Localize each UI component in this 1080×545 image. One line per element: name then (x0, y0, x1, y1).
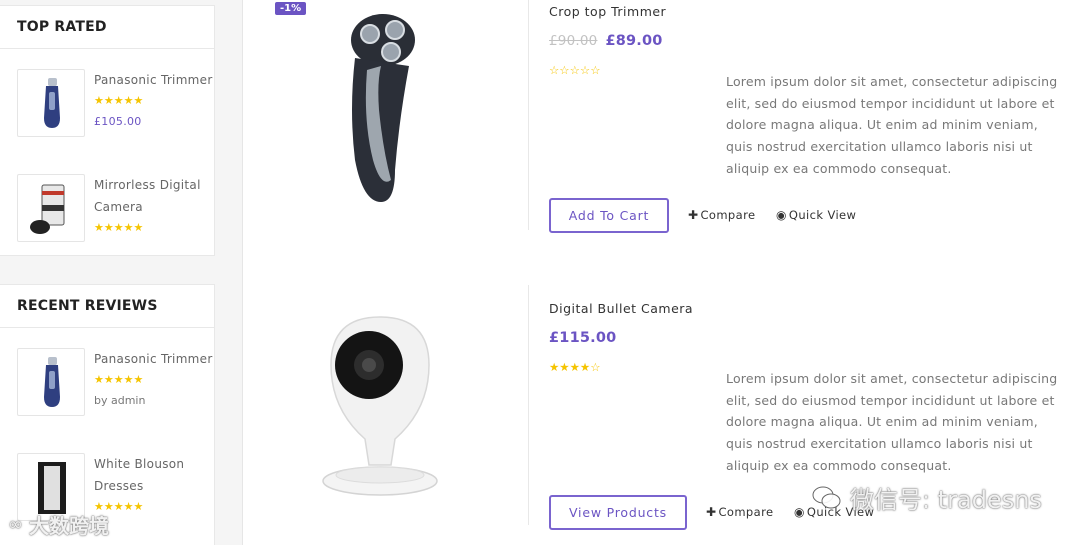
rating-stars: ☆☆☆☆☆ (549, 65, 601, 77)
product-price: £115.00 (549, 330, 617, 346)
product-thumbnail[interactable] (17, 69, 85, 137)
current-price: £89.00 (605, 33, 663, 49)
quick-view-label: Quick View (788, 208, 857, 222)
widget-item[interactable]: Panasonic Trimmer ★★★★★ by admin (17, 348, 212, 438)
product-image[interactable] (321, 313, 439, 499)
widget-item-name[interactable]: Panasonic Trimmer (94, 348, 214, 370)
product-price: £90.00 £89.00 (549, 33, 663, 49)
widget-title-recent-reviews: RECENT REVIEWS (0, 285, 214, 328)
site-watermark: ∞ 大数跨境 (8, 510, 109, 539)
product-title[interactable]: Crop top Trimmer (549, 4, 666, 19)
widget-title-top-rated: TOP RATED (0, 6, 214, 49)
site-logo-icon: ∞ (8, 514, 23, 535)
wechat-id: 微信号: tradesns (850, 486, 1042, 514)
compare-link[interactable]: ✚ Compare (706, 505, 773, 519)
rating-stars: ★★★★☆ (549, 362, 601, 374)
widget-item[interactable]: Panasonic Trimmer ★★★★★ £105.00 (17, 69, 212, 159)
divider (528, 0, 529, 230)
sidebar: TOP RATED Panasonic Trimmer ★★★★★ £105.0… (0, 0, 243, 545)
rating-stars: ★★★★★ (94, 95, 144, 107)
compare-label: Compare (700, 208, 756, 222)
old-price: £90.00 (549, 33, 598, 49)
wechat-watermark: 微信号: tradesns (812, 480, 1042, 515)
quick-view-link[interactable]: ◉ Quick View (776, 208, 856, 222)
widget-item[interactable]: Mirrorless Digital Camera ★★★★★ (17, 174, 207, 244)
rating-stars: ★★★★★ (94, 374, 144, 386)
widget-item-price: £105.00 (94, 115, 142, 128)
eye-icon: ◉ (794, 505, 805, 519)
product-image[interactable] (333, 10, 423, 205)
product-image-area[interactable] (243, 285, 529, 525)
recent-reviews-widget: RECENT REVIEWS Panasonic Trimmer ★★★★★ b… (0, 284, 215, 545)
divider (528, 285, 529, 525)
review-author: by admin (94, 394, 146, 407)
product-thumbnail[interactable] (17, 174, 85, 242)
product-list-item: -1% Crop top Trimmer £90.00 £89.00 ☆☆☆☆☆ … (243, 0, 1080, 260)
widget-item-name[interactable]: White Blouson Dresses (94, 453, 214, 497)
add-to-cart-button[interactable]: Add To Cart (549, 198, 669, 233)
site-name: 大数跨境 (29, 514, 109, 538)
product-image-area[interactable]: -1% (243, 0, 529, 230)
product-thumbnail[interactable] (17, 348, 85, 416)
eye-icon: ◉ (776, 208, 787, 222)
discount-badge: -1% (275, 2, 307, 15)
product-title[interactable]: Digital Bullet Camera (549, 301, 693, 316)
rating-stars: ★★★★★ (94, 222, 144, 234)
widget-item-name[interactable]: Mirrorless Digital Camera (94, 174, 214, 218)
compare-link[interactable]: ✚ Compare (688, 208, 755, 222)
top-rated-widget: TOP RATED Panasonic Trimmer ★★★★★ £105.0… (0, 5, 215, 256)
product-description: Lorem ipsum dolor sit amet, consectetur … (726, 371, 1058, 473)
wechat-icon (812, 486, 841, 508)
plus-icon: ✚ (706, 505, 717, 519)
rating-stars: ★★★★★ (94, 501, 144, 513)
product-description: Lorem ipsum dolor sit amet, consectetur … (726, 74, 1058, 176)
view-products-button[interactable]: View Products (549, 495, 687, 530)
plus-icon: ✚ (688, 208, 699, 222)
widget-item-name[interactable]: Panasonic Trimmer (94, 69, 214, 91)
compare-label: Compare (718, 505, 774, 519)
